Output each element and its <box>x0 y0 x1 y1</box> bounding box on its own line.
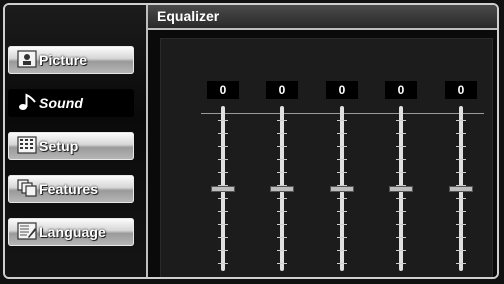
eq-slider-tick <box>456 211 466 212</box>
eq-value-display: 0 <box>207 81 239 99</box>
equalizer-content: 0120Hz0500Hz01.5kHz05kHz010kHz <box>148 30 497 277</box>
sidebar-item-label: Setup <box>39 138 79 154</box>
sidebar-item-picture[interactable]: Picture <box>8 46 134 74</box>
eq-slider-knob[interactable] <box>270 185 294 192</box>
eq-slider-tick <box>456 159 466 160</box>
eq-slider-tick <box>218 211 228 212</box>
eq-slider-tick <box>396 146 406 147</box>
eq-slider-tick <box>396 263 406 264</box>
eq-slider-tick <box>456 250 466 251</box>
language-icon <box>17 222 37 240</box>
page-title: Equalizer <box>157 8 220 24</box>
eq-value-display: 0 <box>326 81 358 99</box>
eq-slider-tick <box>337 146 347 147</box>
picture-icon <box>17 50 37 68</box>
eq-slider-tick <box>337 120 347 121</box>
eq-slider-tick <box>277 172 287 173</box>
eq-slider-knob[interactable] <box>449 185 473 192</box>
eq-slider-knob[interactable] <box>211 185 235 192</box>
equalizer-panel: 0120Hz0500Hz01.5kHz05kHz010kHz <box>160 38 493 277</box>
eq-slider-tick <box>218 172 228 173</box>
sidebar-item-label: Features <box>39 181 99 197</box>
eq-value-display: 0 <box>445 81 477 99</box>
eq-slider-tick <box>277 198 287 199</box>
eq-slider-tick <box>396 198 406 199</box>
eq-value-display: 0 <box>385 81 417 99</box>
eq-slider-tick <box>277 224 287 225</box>
sidebar-item-features[interactable]: Features <box>8 175 134 203</box>
eq-slider-tick <box>396 237 406 238</box>
eq-slider-tick <box>396 250 406 251</box>
eq-slider-tick <box>337 224 347 225</box>
eq-slider-tick <box>396 211 406 212</box>
eq-value-display: 0 <box>266 81 298 99</box>
eq-slider-tick <box>456 198 466 199</box>
eq-slider-tick <box>396 224 406 225</box>
eq-slider-tick <box>337 159 347 160</box>
eq-slider-tick <box>277 120 287 121</box>
eq-slider-tick <box>218 224 228 225</box>
eq-slider-tick <box>396 120 406 121</box>
eq-slider-tick <box>337 133 347 134</box>
sidebar-item-language[interactable]: Language <box>8 218 134 246</box>
eq-slider-tick <box>218 133 228 134</box>
eq-slider-tick <box>456 237 466 238</box>
sidebar-item-label: Picture <box>39 52 88 68</box>
sidebar-item-label: Sound <box>39 95 84 111</box>
eq-slider-tick <box>277 237 287 238</box>
eq-slider-tick <box>456 120 466 121</box>
eq-slider-knob[interactable] <box>389 185 413 192</box>
eq-slider-tick <box>218 159 228 160</box>
eq-slider-tick <box>456 263 466 264</box>
eq-slider-tick <box>277 146 287 147</box>
eq-slider-tick <box>277 250 287 251</box>
eq-slider-tick <box>218 120 228 121</box>
eq-slider-tick <box>218 198 228 199</box>
setup-grid-icon <box>17 136 37 154</box>
menu-frame: Picture Sound Setup Features Language Eq… <box>3 3 499 279</box>
eq-slider-tick <box>456 133 466 134</box>
eq-slider-knob[interactable] <box>330 185 354 192</box>
features-stack-icon <box>17 179 37 197</box>
eq-slider-tick <box>456 224 466 225</box>
eq-slider-tick <box>337 211 347 212</box>
sound-note-icon <box>19 93 36 110</box>
eq-slider-tick <box>337 250 347 251</box>
eq-slider-tick <box>277 159 287 160</box>
eq-slider-tick <box>337 198 347 199</box>
eq-slider-tick <box>277 133 287 134</box>
tv-menu-screen: Picture Sound Setup Features Language Eq… <box>0 0 504 284</box>
eq-slider-tick <box>337 263 347 264</box>
eq-slider-tick <box>218 250 228 251</box>
eq-slider-tick <box>218 237 228 238</box>
eq-slider-tick <box>337 172 347 173</box>
sidebar-item-setup[interactable]: Setup <box>8 132 134 160</box>
sidebar-item-sound[interactable]: Sound <box>8 89 134 117</box>
eq-slider-tick <box>218 263 228 264</box>
eq-slider-tick <box>218 146 228 147</box>
eq-slider-tick <box>277 263 287 264</box>
sidebar-item-label: Language <box>39 224 106 240</box>
eq-slider-tick <box>337 237 347 238</box>
eq-slider-tick <box>396 133 406 134</box>
eq-slider-tick <box>456 172 466 173</box>
sidebar: Picture Sound Setup Features Language <box>5 5 148 277</box>
eq-slider-tick <box>277 211 287 212</box>
eq-slider-tick <box>396 159 406 160</box>
page-header: Equalizer <box>148 5 497 30</box>
eq-slider-tick <box>396 172 406 173</box>
eq-slider-tick <box>456 146 466 147</box>
